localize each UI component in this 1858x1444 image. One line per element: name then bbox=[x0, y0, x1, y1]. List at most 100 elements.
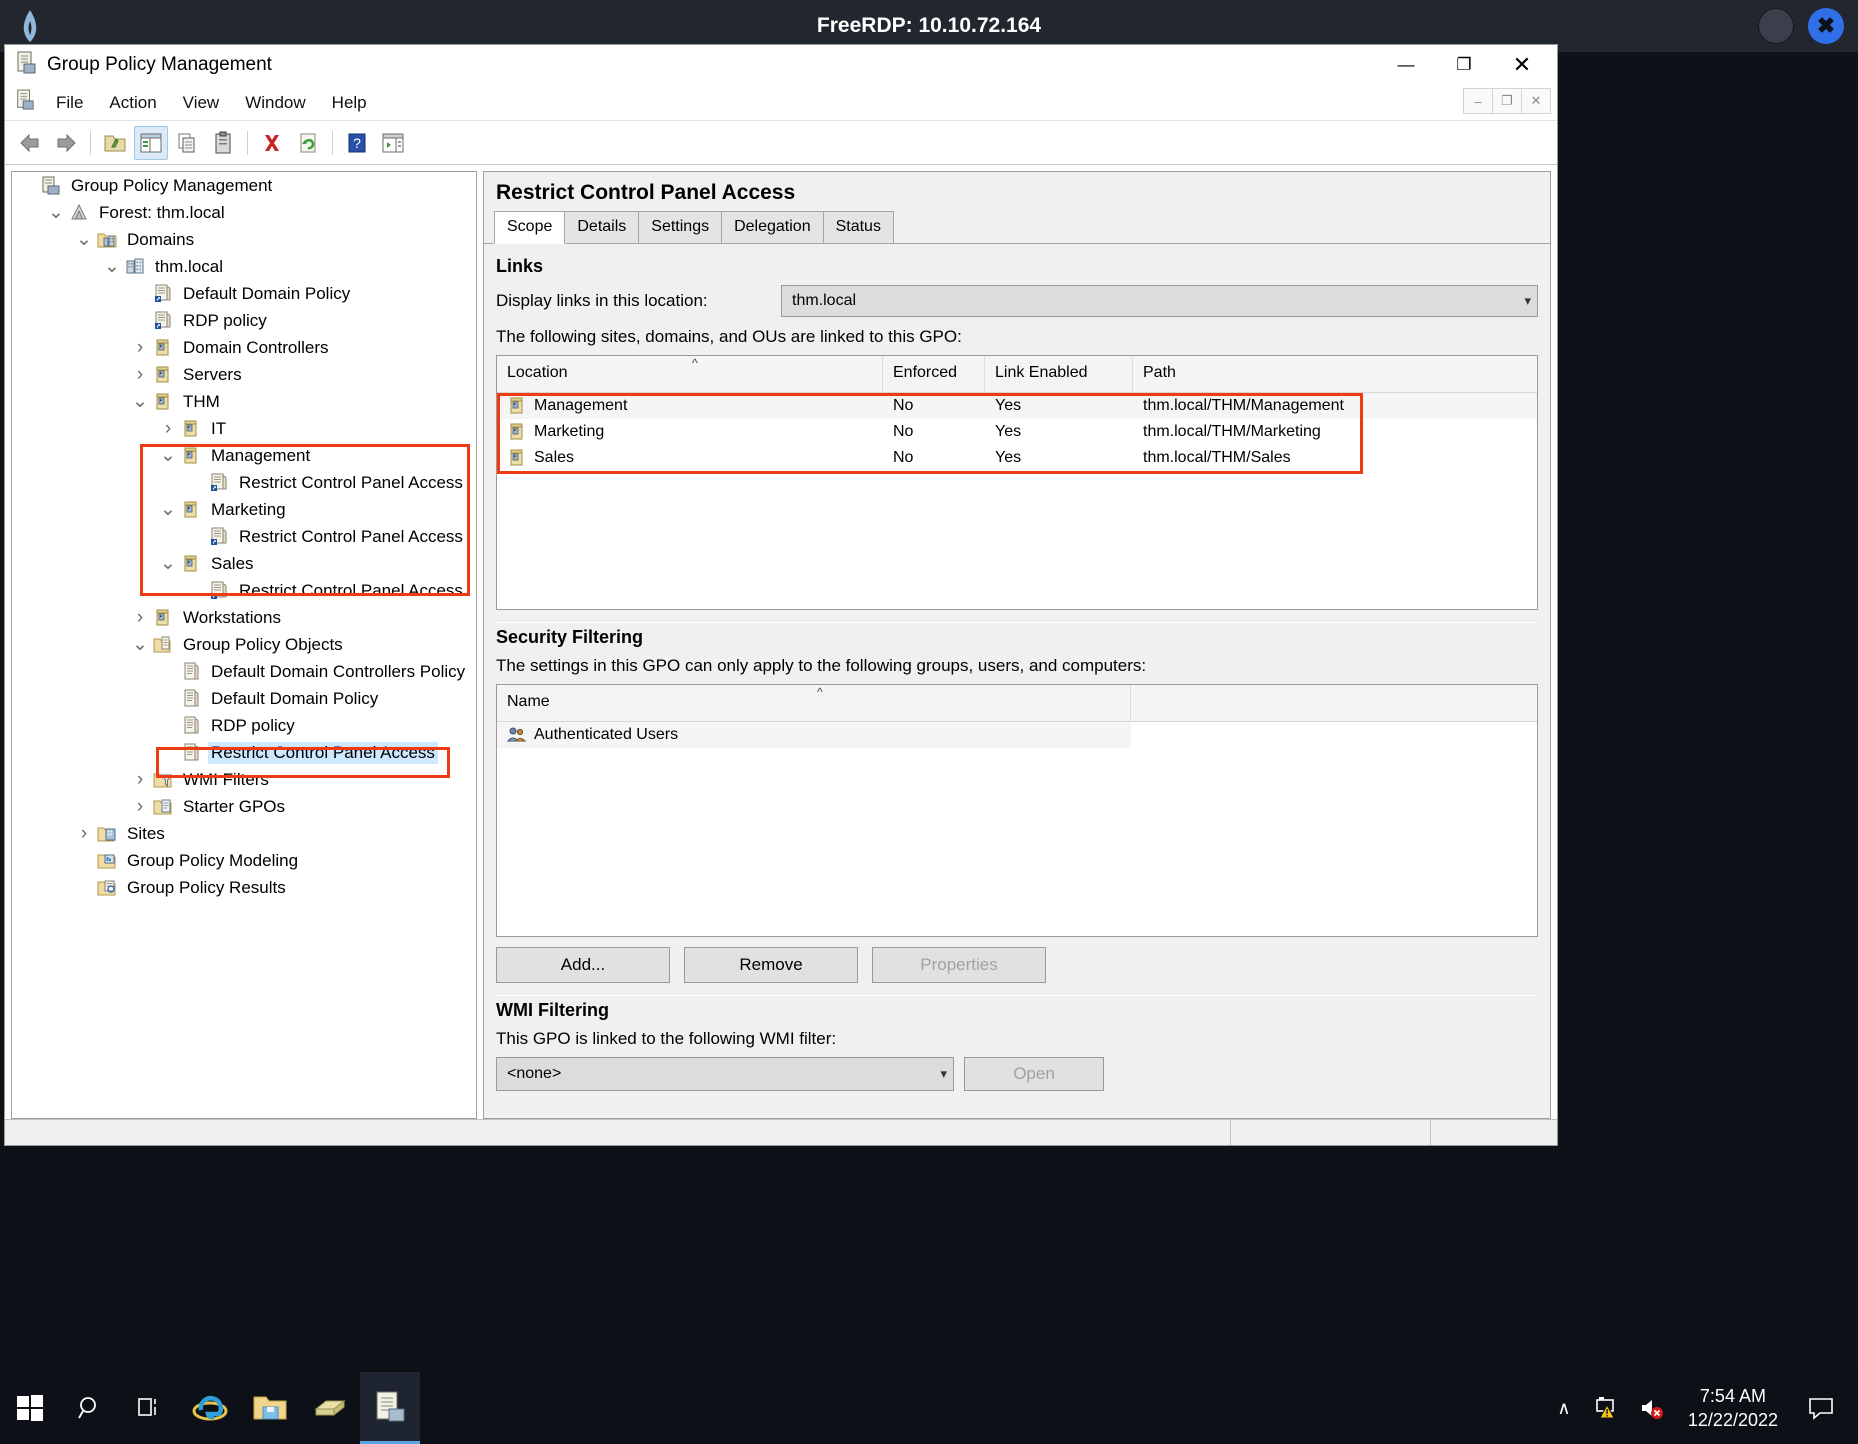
tab-delegation[interactable]: Delegation bbox=[721, 211, 824, 243]
menu-help[interactable]: Help bbox=[319, 90, 380, 116]
search-button[interactable] bbox=[60, 1372, 120, 1444]
up-folder-icon[interactable] bbox=[98, 126, 132, 160]
tree-item[interactable]: Restrict Control Panel Access bbox=[12, 469, 476, 496]
chevron-right-icon[interactable]: › bbox=[156, 418, 180, 440]
network-warning-icon[interactable] bbox=[1586, 1372, 1630, 1444]
chevron-down-icon[interactable]: ⌄ bbox=[44, 203, 68, 221]
tree-item[interactable]: ⌄ thm.local bbox=[12, 253, 476, 280]
tree-item[interactable]: RDP policy bbox=[12, 307, 476, 334]
tab-status[interactable]: Status bbox=[822, 211, 894, 243]
chevron-down-icon[interactable]: ⌄ bbox=[156, 554, 180, 572]
forward-icon[interactable] bbox=[49, 126, 83, 160]
window-restore-button[interactable]: ❐ bbox=[1435, 45, 1493, 85]
rdp-close-icon[interactable]: ✖ bbox=[1808, 8, 1844, 44]
menu-action[interactable]: Action bbox=[96, 90, 169, 116]
gpmc-taskbar-button[interactable] bbox=[360, 1372, 420, 1444]
copy-icon[interactable] bbox=[170, 126, 204, 160]
tree-item[interactable]: › Domain Controllers bbox=[12, 334, 476, 361]
chevron-right-icon[interactable]: › bbox=[128, 769, 152, 791]
chevron-down-icon[interactable]: ⌄ bbox=[128, 635, 152, 653]
menu-window[interactable]: Window bbox=[232, 90, 318, 116]
show-hide-console-tree-icon[interactable] bbox=[134, 125, 168, 160]
tree-item[interactable]: Default Domain Controllers Policy bbox=[12, 658, 476, 685]
tree-item[interactable]: › IT bbox=[12, 415, 476, 442]
document-restore-button[interactable]: ❐ bbox=[1492, 88, 1522, 114]
add-button[interactable]: Add... bbox=[496, 947, 670, 983]
links-listview[interactable]: Location Enforced Link Enabled Path ^ Ma… bbox=[496, 355, 1538, 610]
tab-details[interactable]: Details bbox=[564, 211, 640, 243]
chevron-down-icon[interactable]: ⌄ bbox=[156, 500, 180, 518]
volume-muted-icon[interactable] bbox=[1630, 1372, 1674, 1444]
tree-item[interactable]: Group Policy Management bbox=[12, 172, 476, 199]
menu-file[interactable]: File bbox=[43, 90, 96, 116]
tree-item[interactable]: ⌄ Domains bbox=[12, 226, 476, 253]
wmi-filter-combobox[interactable]: <none> ▾ bbox=[496, 1057, 954, 1091]
refresh-icon[interactable] bbox=[291, 126, 325, 160]
chevron-right-icon[interactable]: › bbox=[128, 364, 152, 386]
tree-item[interactable]: › Starter GPOs bbox=[12, 793, 476, 820]
chevron-right-icon[interactable]: › bbox=[128, 337, 152, 359]
show-hidden-icons-button[interactable]: ∧ bbox=[1542, 1372, 1586, 1444]
security-filtering-row[interactable]: Authenticated Users bbox=[497, 722, 1131, 748]
tree-item[interactable]: › WMI Filters bbox=[12, 766, 476, 793]
console-tree[interactable]: Group Policy Management ⌄ Forest: thm.loca… bbox=[11, 171, 477, 1119]
links-cell-path: thm.local/THM/Management bbox=[1143, 397, 1344, 414]
links-table-row[interactable]: Marketing No Yes thm.local/THM/Marketing bbox=[497, 419, 1537, 445]
paste-icon[interactable] bbox=[206, 126, 240, 160]
tree-item[interactable]: RDP policy bbox=[12, 712, 476, 739]
column-name[interactable]: Name bbox=[497, 685, 1131, 721]
remove-button[interactable]: Remove bbox=[684, 947, 858, 983]
tree-item[interactable]: ⌄ Marketing bbox=[12, 496, 476, 523]
chevron-down-icon[interactable]: ⌄ bbox=[100, 257, 124, 275]
rdp-minimize-icon[interactable] bbox=[1758, 8, 1794, 44]
security-filtering-listview[interactable]: Name ^ Authenticated Users bbox=[496, 684, 1538, 937]
tree-item[interactable]: › Workstations bbox=[12, 604, 476, 631]
tree-item[interactable]: ⌄ Group Policy Objects bbox=[12, 631, 476, 658]
delete-icon[interactable] bbox=[255, 126, 289, 160]
internet-explorer-button[interactable] bbox=[180, 1372, 240, 1444]
chevron-right-icon[interactable]: › bbox=[72, 823, 96, 845]
column-path[interactable]: Path bbox=[1133, 356, 1537, 392]
tree-item[interactable]: › Sites bbox=[12, 820, 476, 847]
menu-view[interactable]: View bbox=[170, 90, 233, 116]
export-list-icon[interactable] bbox=[376, 126, 410, 160]
start-button[interactable] bbox=[0, 1372, 60, 1444]
chevron-down-icon[interactable]: ⌄ bbox=[156, 446, 180, 464]
column-location[interactable]: Location bbox=[497, 356, 883, 392]
document-minimize-button[interactable]: – bbox=[1463, 88, 1493, 114]
file-explorer-button[interactable] bbox=[240, 1372, 300, 1444]
document-close-button[interactable]: ✕ bbox=[1521, 88, 1551, 114]
display-links-location-combobox[interactable]: thm.local ▾ bbox=[781, 285, 1538, 317]
ou-icon bbox=[180, 500, 202, 520]
tree-item[interactable]: Restrict Control Panel Access bbox=[12, 577, 476, 604]
column-link-enabled[interactable]: Link Enabled bbox=[985, 356, 1133, 392]
tree-item[interactable]: Restrict Control Panel Access bbox=[12, 523, 476, 550]
tab-scope[interactable]: Scope bbox=[494, 211, 566, 244]
column-enforced[interactable]: Enforced bbox=[883, 356, 985, 392]
tree-item[interactable]: Default Domain Policy bbox=[12, 685, 476, 712]
tree-item[interactable]: ⌄ Forest: thm.local bbox=[12, 199, 476, 226]
chevron-right-icon[interactable]: › bbox=[128, 796, 152, 818]
task-view-button[interactable] bbox=[120, 1372, 180, 1444]
tree-item[interactable]: ⌄ Sales bbox=[12, 550, 476, 577]
back-icon[interactable] bbox=[13, 126, 47, 160]
tree-item[interactable]: Default Domain Policy bbox=[12, 280, 476, 307]
tree-item[interactable]: ⌄ THM bbox=[12, 388, 476, 415]
clock[interactable]: 7:54 AM 12/22/2022 bbox=[1674, 1384, 1792, 1433]
action-center-icon[interactable] bbox=[1792, 1372, 1850, 1444]
tree-item[interactable]: › Servers bbox=[12, 361, 476, 388]
tree-item[interactable]: Restrict Control Panel Access bbox=[12, 739, 476, 766]
tree-item[interactable]: Group Policy Results bbox=[12, 874, 476, 901]
links-table-row[interactable]: Management No Yes thm.local/THM/Management bbox=[497, 393, 1537, 419]
server-manager-button[interactable] bbox=[300, 1372, 360, 1444]
tree-item[interactable]: Group Policy Modeling bbox=[12, 847, 476, 874]
window-close-button[interactable]: ✕ bbox=[1493, 45, 1551, 85]
tree-item[interactable]: ⌄ Management bbox=[12, 442, 476, 469]
window-minimize-button[interactable]: — bbox=[1377, 45, 1435, 85]
chevron-right-icon[interactable]: › bbox=[128, 607, 152, 629]
chevron-down-icon[interactable]: ⌄ bbox=[128, 392, 152, 410]
links-table-row[interactable]: Sales No Yes thm.local/THM/Sales bbox=[497, 445, 1537, 471]
chevron-down-icon[interactable]: ⌄ bbox=[72, 230, 96, 248]
tab-settings[interactable]: Settings bbox=[638, 211, 723, 243]
help-icon[interactable]: ? bbox=[340, 126, 374, 160]
